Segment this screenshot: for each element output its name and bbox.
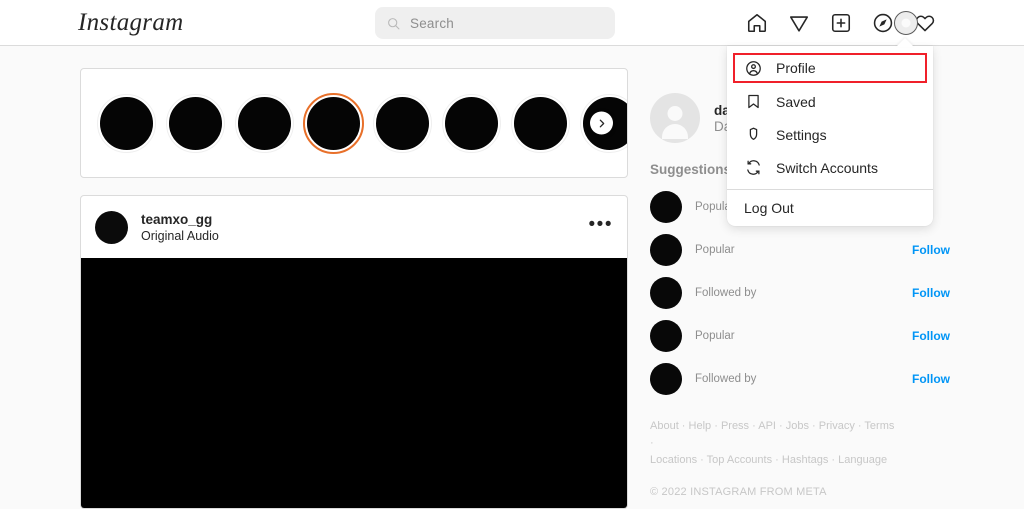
post-author-meta: teamxo_gg Original Audio	[141, 212, 589, 243]
suggestion-avatar[interactable]	[650, 191, 682, 223]
search-input[interactable]: Search	[375, 7, 615, 39]
main-feed-column: teamxo_gg Original Audio •••	[80, 68, 628, 509]
stories-next-button[interactable]	[590, 112, 613, 135]
story-item[interactable]	[374, 95, 431, 152]
suggestion-follow-button[interactable]: Follow	[912, 372, 950, 386]
suggestion-item: Popular Follow	[650, 314, 950, 357]
suggestion-avatar[interactable]	[650, 277, 682, 309]
footer-link-help[interactable]: Help	[689, 420, 712, 432]
story-item[interactable]	[443, 95, 500, 152]
suggestion-avatar[interactable]	[650, 363, 682, 395]
profile-avatar-button[interactable]	[894, 11, 918, 35]
profile-dropdown-menu: Profile Saved Settings Switch Accounts L…	[727, 46, 933, 226]
suggestion-item: Followed by Follow	[650, 357, 950, 400]
suggestion-avatar[interactable]	[650, 234, 682, 266]
suggestion-meta: Popular	[695, 329, 912, 342]
stories-tray	[80, 68, 628, 178]
menu-item-saved[interactable]: Saved	[727, 85, 933, 118]
suggestion-item: Popular Follow	[650, 228, 950, 271]
post-author-avatar[interactable]	[95, 211, 128, 244]
menu-item-switch-accounts-label: Switch Accounts	[776, 160, 878, 176]
suggestion-subtitle: Followed by	[695, 287, 912, 299]
menu-item-settings-label: Settings	[776, 127, 827, 143]
menu-item-saved-label: Saved	[776, 94, 816, 110]
menu-item-settings[interactable]: Settings	[727, 118, 933, 151]
menu-item-switch-accounts[interactable]: Switch Accounts	[727, 151, 933, 184]
switch-accounts-icon	[744, 159, 762, 177]
new-post-icon[interactable]	[830, 12, 852, 34]
suggestion-meta: Followed by	[695, 372, 912, 385]
footer-link-press[interactable]: Press	[721, 420, 749, 432]
post-username[interactable]: teamxo_gg	[141, 212, 589, 227]
story-item[interactable]	[98, 95, 155, 152]
suggestion-follow-button[interactable]: Follow	[912, 329, 950, 343]
instagram-logo[interactable]: Instagram	[78, 9, 183, 37]
current-user-avatar[interactable]	[650, 93, 700, 143]
top-navigation-bar: Instagram Search	[0, 0, 1024, 46]
bookmark-icon	[744, 93, 762, 111]
menu-item-profile-label: Profile	[776, 60, 816, 76]
gear-icon	[744, 126, 762, 144]
suggestion-subtitle: Popular	[695, 244, 912, 256]
profile-circle-icon	[744, 59, 762, 77]
footer-link-locations[interactable]: Locations	[650, 454, 697, 466]
footer-link-hashtags[interactable]: Hashtags	[782, 454, 828, 466]
suggestion-meta: Followed by	[695, 286, 912, 299]
story-item[interactable]	[305, 95, 362, 152]
footer-links-line-1: About · Help · Press · API · Jobs · Priv…	[650, 418, 900, 452]
share-icon[interactable]	[788, 12, 810, 34]
post-options-icon[interactable]: •••	[589, 215, 613, 240]
footer-link-privacy[interactable]: Privacy	[819, 420, 855, 432]
footer-links-line-2: Locations · Top Accounts · Hashtags · La…	[650, 452, 900, 469]
footer-link-jobs[interactable]: Jobs	[786, 420, 809, 432]
footer-link-terms[interactable]: Terms	[864, 420, 894, 432]
footer-link-language[interactable]: Language	[838, 454, 887, 466]
story-item[interactable]	[167, 95, 224, 152]
post-media[interactable]	[81, 258, 627, 508]
footer-link-top-accounts[interactable]: Top Accounts	[707, 454, 772, 466]
menu-item-logout[interactable]: Log Out	[727, 190, 933, 226]
suggestion-follow-button[interactable]: Follow	[912, 286, 950, 300]
footer-link-about[interactable]: About	[650, 420, 679, 432]
post-subtitle[interactable]: Original Audio	[141, 229, 589, 243]
sidebar-footer: About · Help · Press · API · Jobs · Priv…	[650, 418, 900, 501]
copyright-text: © 2022 INSTAGRAM FROM META	[650, 484, 900, 501]
search-icon	[387, 17, 400, 30]
story-item[interactable]	[512, 95, 569, 152]
suggestion-subtitle: Followed by	[695, 373, 912, 385]
dropdown-caret	[896, 38, 914, 47]
suggestion-item: Followed by Follow	[650, 271, 950, 314]
footer-link-api[interactable]: API	[758, 420, 776, 432]
post-header: teamxo_gg Original Audio •••	[81, 196, 627, 258]
feed-post: teamxo_gg Original Audio •••	[80, 195, 628, 509]
suggestion-subtitle: Popular	[695, 330, 912, 342]
explore-icon[interactable]	[872, 12, 894, 34]
search-placeholder: Search	[410, 16, 454, 31]
suggestion-follow-button[interactable]: Follow	[912, 243, 950, 257]
home-icon[interactable]	[746, 12, 768, 34]
story-item[interactable]	[236, 95, 293, 152]
menu-item-profile[interactable]: Profile	[733, 53, 927, 83]
suggestion-meta: Popular	[695, 243, 912, 256]
suggestion-avatar[interactable]	[650, 320, 682, 352]
